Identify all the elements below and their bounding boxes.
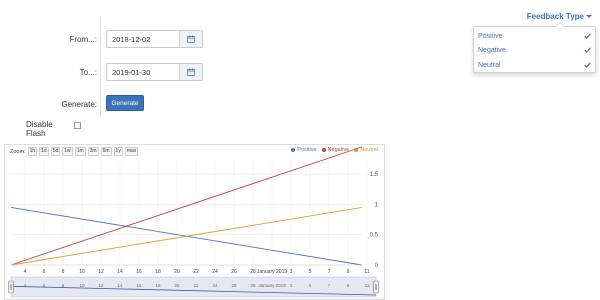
x-tick-label: 4 — [24, 269, 27, 275]
x-tick-label: 10 — [79, 269, 85, 275]
x-tick-label: 16 — [136, 269, 142, 275]
feedback-type-label: Feedback Type — [526, 12, 584, 21]
y-axis-ticks: 1.5 1 0.5 0 — [370, 172, 379, 269]
x-tick-label: 7 — [328, 269, 331, 275]
x-tick-label: 11 — [364, 269, 369, 275]
disable-flash-label: Disable Flash — [26, 120, 53, 138]
x-tick-label: 22 — [193, 269, 199, 275]
feedback-item-positive[interactable]: Positive — [478, 30, 591, 42]
plot-grid — [11, 159, 368, 266]
check-icon — [584, 33, 591, 39]
form-divider — [100, 18, 101, 116]
feedback-item-neutral[interactable]: Neutral — [478, 59, 591, 71]
x-tick-label: 9 — [347, 269, 350, 275]
x-axis-ticks: 4 6 8 10 12 14 16 18 20 22 24 26 28 January 2019 3 5 7 9 1… — [11, 264, 370, 275]
feedback-item-label: Negative — [478, 46, 506, 54]
x-tick-label: 12 — [98, 269, 104, 275]
feedback-type-toggle[interactable]: Feedback Type — [527, 12, 592, 21]
navigator-tick-label: 11 — [365, 283, 370, 288]
x-tick-label: 26 — [231, 269, 237, 275]
calendar-icon[interactable] — [179, 31, 202, 47]
chart-plot: 1.510.50 4 6 8 10 12 14 16 18 20 22 24 26 28 January … — [8, 146, 379, 298]
from-label: From...: — [69, 35, 97, 44]
dropdown-arrow — [555, 22, 565, 27]
x-tick-label: 24 — [212, 269, 218, 275]
navigator-tick-label: 14 — [117, 283, 123, 288]
navigator-tick-label: 16 — [136, 283, 142, 288]
to-date-input[interactable]: 2019-01-30 — [106, 63, 203, 81]
y-tick-label: 1 — [375, 202, 379, 208]
x-tick-label: 8 — [62, 269, 65, 275]
check-icon — [584, 47, 591, 53]
feedback-item-label: Neutral — [478, 61, 501, 69]
navigator-tick-label: January 2019 — [258, 283, 286, 288]
navigator-tick-label: 24 — [212, 283, 218, 288]
feedback-item-negative[interactable]: Negative — [478, 44, 591, 56]
series-line-negative — [10, 146, 363, 266]
x-tick-label: 3 — [290, 269, 293, 275]
navigator-right-handle[interactable] — [373, 280, 379, 294]
navigator-tick-label: 20 — [174, 283, 180, 288]
feedback-type-menu: Positive Negative Neutral — [473, 22, 596, 73]
to-label: To...: — [79, 68, 97, 77]
y-tick-label: 0 — [375, 263, 379, 269]
x-tick-label: 20 — [174, 269, 180, 275]
from-date-input[interactable]: 2018-12-02 — [106, 30, 203, 48]
disable-flash-checkbox[interactable] — [74, 122, 81, 129]
x-tick-label: 5 — [309, 269, 312, 275]
navigator-tick-label: 10 — [79, 283, 85, 288]
plot-series — [10, 146, 363, 266]
x-tick-label: 18 — [155, 269, 161, 275]
x-tick-label: 14 — [117, 269, 123, 275]
chart-navigator: 4 6 8 10 12 14 16 18 20 22 24 26 28 January 2019 3 5 7 9 1… — [8, 276, 379, 298]
y-tick-label: 1.5 — [370, 172, 379, 178]
chevron-down-icon — [586, 15, 592, 18]
from-date-value: 2018-12-02 — [112, 34, 151, 44]
feedback-chart: Zoom: 1h 1d 5d 1w 1m 3m 6m 1y max Positi… — [4, 144, 385, 300]
check-icon — [584, 62, 591, 68]
navigator-left-handle[interactable] — [8, 280, 14, 294]
generate-button[interactable]: Generate — [106, 95, 144, 111]
y-tick-label: 0.5 — [370, 233, 379, 239]
to-date-value: 2019-01-30 — [112, 67, 151, 77]
generate-label: Generate: — [61, 100, 97, 109]
navigator-tick-label: 28 — [250, 283, 256, 288]
calendar-icon[interactable] — [179, 64, 202, 80]
navigator-tick-label: 18 — [155, 283, 161, 288]
navigator-tick-label: 12 — [98, 283, 104, 288]
navigator-tick-label: 26 — [231, 283, 237, 288]
feedback-item-label: Positive — [478, 32, 503, 40]
x-tick-label: 28 — [250, 269, 256, 275]
x-tick-label: 6 — [43, 269, 46, 275]
x-tick-label: January 2019 — [257, 269, 288, 275]
navigator-tick-label: 22 — [193, 283, 199, 288]
